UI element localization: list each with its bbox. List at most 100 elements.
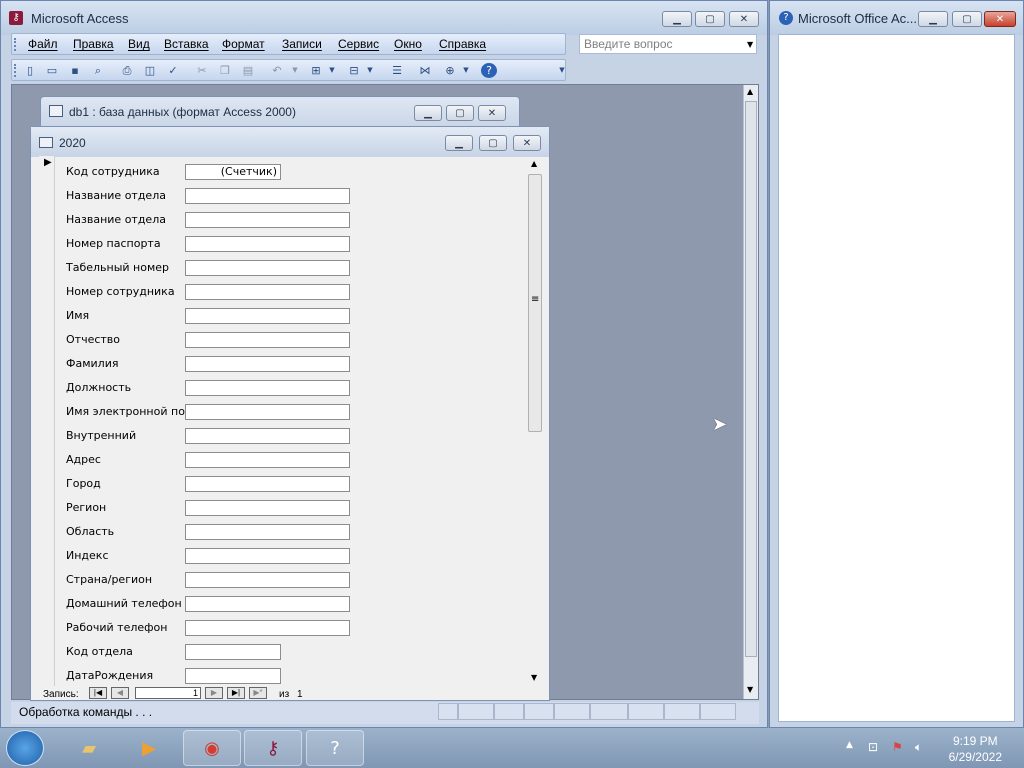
field-input[interactable]	[185, 332, 350, 348]
field-input[interactable]	[185, 668, 281, 684]
help-taskbar-button[interactable]: ?	[306, 730, 364, 766]
help-search-input[interactable]: Введите вопрос	[579, 34, 757, 54]
field-input[interactable]	[185, 404, 350, 420]
action-center-icon[interactable]: ⚑	[892, 740, 903, 754]
cut-icon[interactable]: ✂	[194, 63, 210, 78]
scroll-down-icon[interactable]: ▼	[747, 685, 753, 694]
open-icon[interactable]: ▭	[44, 63, 60, 78]
help-icon[interactable]: ?	[481, 63, 497, 78]
form-maximize-button[interactable]: ▢	[479, 135, 507, 151]
insert-object-icon[interactable]: ⊞	[308, 63, 324, 78]
access-taskbar-button[interactable]: ⚷	[244, 730, 302, 766]
pane-close-button[interactable]: ✕	[984, 11, 1016, 27]
field-input[interactable]	[185, 188, 350, 204]
first-record-button[interactable]: |◀	[89, 687, 107, 699]
field-input[interactable]	[185, 260, 350, 276]
form-close-button[interactable]: ✕	[513, 135, 541, 151]
volume-icon[interactable]: 🔈︎	[915, 740, 922, 755]
new-object-dropdown-icon[interactable]: ▼	[458, 63, 474, 78]
relationships-icon[interactable]: ⋈	[417, 63, 433, 78]
record-selector[interactable]: ▶	[39, 156, 55, 686]
new-icon[interactable]: ▯	[22, 63, 38, 78]
menu-format[interactable]: Формат	[222, 37, 265, 51]
db-close-button[interactable]: ✕	[478, 105, 506, 121]
office-links-icon[interactable]: ⊟	[346, 63, 362, 78]
menu-edit[interactable]: Правка	[73, 37, 114, 51]
start-button[interactable]	[6, 730, 44, 766]
field-input[interactable]	[185, 620, 350, 636]
status-cell	[494, 703, 524, 720]
menu-grip[interactable]	[14, 38, 19, 51]
task-pane-title-bar[interactable]: ? Microsoft Office Ac... ▁ ▢ ✕	[770, 1, 1023, 35]
new-record-button[interactable]: ▶*	[249, 687, 267, 699]
menu-file[interactable]: Файл	[28, 37, 58, 51]
maximize-button[interactable]: ▢	[695, 11, 725, 27]
file-search-icon[interactable]: ⌕	[90, 63, 106, 78]
previous-record-button[interactable]: ◀	[111, 687, 129, 699]
system-clock[interactable]: 9:19 PM 6/29/2022	[949, 733, 1002, 765]
field-input[interactable]	[185, 428, 350, 444]
media-player-taskbar-button[interactable]: ▶	[120, 730, 178, 766]
menu-tools[interactable]: Сервис	[338, 37, 379, 51]
field-input[interactable]: (Счетчик)	[185, 164, 281, 180]
explorer-taskbar-button[interactable]: ▰	[60, 730, 118, 766]
menu-insert[interactable]: Вставка	[164, 37, 209, 51]
mdi-vertical-scrollbar[interactable]: ▲ ▼	[743, 85, 758, 699]
network-icon[interactable]: ⊡	[868, 740, 878, 754]
form-scroll-down-icon[interactable]: ▼	[531, 673, 537, 682]
task-pane-window: ? Microsoft Office Ac... ▁ ▢ ✕	[769, 0, 1024, 728]
field-input[interactable]	[185, 212, 350, 228]
menu-help[interactable]: Справка	[439, 37, 486, 51]
undo-icon[interactable]: ↶	[269, 63, 285, 78]
field-input[interactable]	[185, 452, 350, 468]
scroll-up-icon[interactable]: ▲	[747, 87, 753, 96]
menu-window[interactable]: Окно	[394, 37, 422, 51]
title-bar[interactable]: ⚷ Microsoft Access ▁ ▢ ✕	[1, 1, 767, 35]
field-input[interactable]	[185, 476, 350, 492]
close-button[interactable]: ✕	[729, 11, 759, 27]
db-maximize-button[interactable]: ▢	[446, 105, 474, 121]
spelling-icon[interactable]: ✓	[165, 63, 181, 78]
current-record-input[interactable]: 1	[135, 687, 201, 699]
help-search-dropdown-icon[interactable]: ▼	[747, 40, 753, 49]
pane-maximize-button[interactable]: ▢	[952, 11, 982, 27]
field-input[interactable]	[185, 644, 281, 660]
chrome-taskbar-button[interactable]: ◉	[183, 730, 241, 766]
next-record-button[interactable]: ▶	[205, 687, 223, 699]
properties-icon[interactable]: ☰	[389, 63, 405, 78]
field-input[interactable]	[185, 308, 350, 324]
minimize-button[interactable]: ▁	[662, 11, 692, 27]
show-hidden-icons-icon[interactable]: ▲	[846, 740, 853, 750]
mdi-scroll-thumb[interactable]	[745, 101, 757, 657]
form-minimize-button[interactable]: ▁	[445, 135, 473, 151]
paste-icon[interactable]: ▤	[240, 63, 256, 78]
field-input[interactable]	[185, 236, 350, 252]
form-scroll-up-icon[interactable]: ▲	[531, 159, 537, 168]
office-links-dropdown-icon[interactable]: ▼	[362, 63, 378, 78]
copy-icon[interactable]: ❐	[217, 63, 233, 78]
db-minimize-button[interactable]: ▁	[414, 105, 442, 121]
toolbar-grip[interactable]	[14, 64, 19, 77]
last-record-button[interactable]: ▶|	[227, 687, 245, 699]
field-input[interactable]	[185, 548, 350, 564]
field-input[interactable]	[185, 500, 350, 516]
field-input[interactable]	[185, 524, 350, 540]
save-icon[interactable]: ▪	[67, 63, 83, 78]
menu-view[interactable]: Вид	[128, 37, 150, 51]
new-object-icon[interactable]: ⊕	[442, 63, 458, 78]
menu-records[interactable]: Записи	[282, 37, 322, 51]
form-window: 2020 ▁ ▢ ✕ ▶ Код сотрудника (Счетчик) Назв…	[30, 126, 550, 701]
field-input[interactable]	[185, 356, 350, 372]
field-input[interactable]	[185, 284, 350, 300]
undo-dropdown-icon[interactable]: ▼	[287, 63, 303, 78]
field-input[interactable]	[185, 596, 350, 612]
print-preview-icon[interactable]: ◫	[142, 63, 158, 78]
field-input[interactable]	[185, 572, 350, 588]
field-input[interactable]	[185, 380, 350, 396]
toolbar-options-icon[interactable]: ▼	[554, 63, 570, 78]
form-title-bar[interactable]: 2020 ▁ ▢ ✕	[31, 127, 549, 157]
print-icon[interactable]: ⎙	[119, 63, 135, 78]
pane-minimize-button[interactable]: ▁	[918, 11, 948, 27]
form-scroll-thumb[interactable]: ≡	[528, 174, 542, 432]
insert-object-dropdown-icon[interactable]: ▼	[324, 63, 340, 78]
